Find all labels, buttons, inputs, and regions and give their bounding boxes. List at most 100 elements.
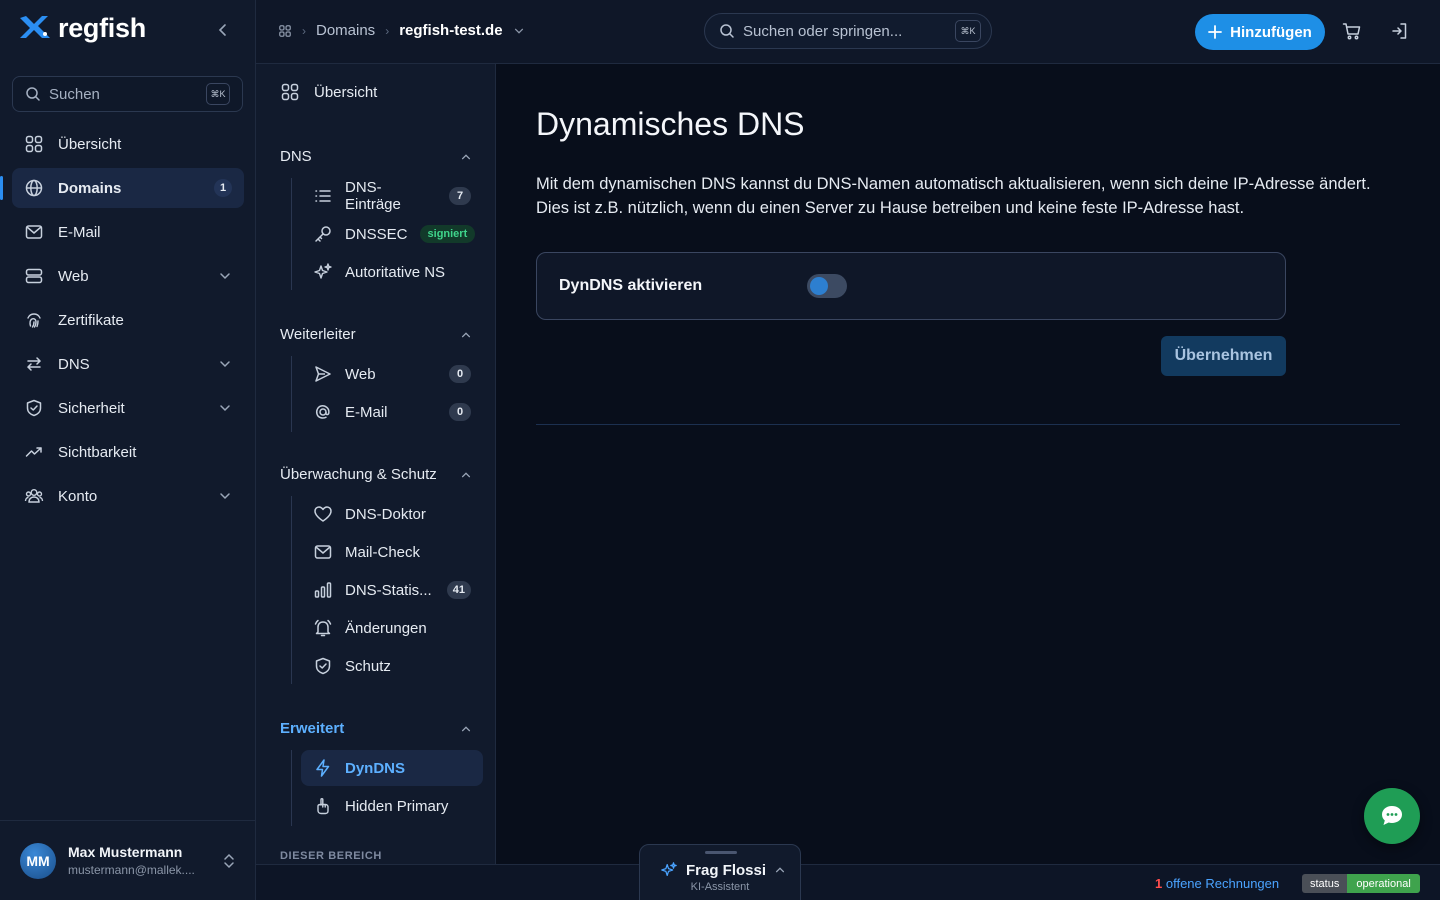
chat-button[interactable]	[1364, 788, 1420, 844]
nav-item-overview[interactable]: Übersicht	[12, 124, 244, 164]
user-email: mustermann@mallek....	[68, 863, 195, 877]
nav-label: DNS	[58, 355, 90, 373]
collapse-sidebar-icon[interactable]	[214, 21, 232, 39]
signed-status-badge: signiert	[419, 225, 476, 243]
main-content: Dynamisches DNS Mit dem dynamischen DNS …	[496, 64, 1440, 864]
subnav-item-dnssec[interactable]: DNSSEC signiert	[301, 216, 483, 252]
dyndns-toggle[interactable]	[807, 274, 847, 298]
nav-item-certificates[interactable]: Zertifikate	[12, 300, 244, 340]
chevron-down-icon[interactable]	[513, 25, 525, 37]
section-line	[291, 750, 292, 826]
grid-icon	[281, 83, 299, 101]
user-menu[interactable]: MM Max Mustermann mustermann@mallek....	[0, 820, 256, 900]
logout-icon[interactable]	[1390, 21, 1410, 41]
subnav-item-mail-check[interactable]: Mail-Check	[301, 534, 483, 570]
plus-icon	[1208, 25, 1223, 39]
breadcrumb-domains[interactable]: Domains	[316, 22, 375, 39]
mail-icon	[314, 545, 332, 559]
assistant-title: Frag Flossi	[686, 861, 767, 879]
description-line-1: Mit dem dynamischen DNS kannst du DNS-Na…	[536, 175, 1371, 193]
global-search-input[interactable]: Suchen oder springen... ⌘K	[704, 13, 992, 49]
subnav-item-email-forward[interactable]: E-Mail 0	[301, 394, 483, 430]
section-title: DNS	[280, 148, 312, 165]
subnav-label: DynDNS	[345, 759, 406, 777]
subnav-overview[interactable]: Übersicht	[280, 82, 377, 102]
chevron-down-icon	[220, 405, 230, 412]
section-dns-toggle[interactable]: DNS	[280, 148, 472, 165]
top-bar: › Domains › regfish-test.de Suchen oder …	[256, 0, 1440, 64]
key-icon	[315, 226, 331, 242]
open-invoices-link[interactable]: 1 offene Rechnungen	[1155, 876, 1279, 891]
section-advanced-toggle[interactable]: Erweitert	[280, 720, 472, 737]
breadcrumb: › Domains › regfish-test.de	[278, 22, 525, 39]
globe-icon	[25, 179, 43, 197]
status-value: operational	[1347, 874, 1420, 893]
nav-item-web[interactable]: Web	[12, 256, 244, 296]
count-badge: 0	[449, 365, 471, 383]
sidebar-search-input[interactable]: Suchen ⌘K	[12, 76, 243, 112]
chevron-up-icon	[461, 471, 471, 477]
chat-bubble-icon	[1382, 806, 1402, 825]
domains-count-badge: 1	[214, 179, 232, 197]
heart-icon	[314, 506, 332, 522]
subnav-item-protection[interactable]: Schutz	[301, 648, 483, 684]
subnav-item-dns-statistics[interactable]: DNS-Statis... 41	[301, 572, 483, 608]
nav-item-email[interactable]: E-Mail	[12, 212, 244, 252]
drag-handle[interactable]	[705, 851, 737, 854]
subnav-item-web-forward[interactable]: Web 0	[301, 356, 483, 392]
nav-item-dns[interactable]: DNS	[12, 344, 244, 384]
status-key: status	[1302, 874, 1348, 893]
domain-subnav: Übersicht DNS DNS-Einträge 7 DNSSEC sign…	[256, 64, 496, 864]
grid-icon	[25, 135, 43, 153]
nav-label: Domains	[58, 179, 122, 197]
nav-item-domains[interactable]: Domains 1	[0, 168, 244, 208]
brand-logo[interactable]: regfish	[16, 12, 146, 44]
section-title: Weiterleiter	[280, 326, 356, 343]
section-forwarders-toggle[interactable]: Weiterleiter	[280, 326, 472, 343]
apply-button[interactable]: Übernehmen	[1161, 336, 1286, 376]
sparkles-icon	[661, 862, 677, 877]
grid-icon[interactable]	[278, 24, 292, 38]
add-button-label: Hinzufügen	[1230, 23, 1312, 41]
count-badge: 7	[449, 187, 471, 205]
at-icon	[315, 405, 330, 419]
content-divider	[536, 424, 1400, 425]
sparkles-icon	[314, 263, 332, 279]
dyndns-settings-card: DynDNS aktivieren	[536, 252, 1286, 320]
nav-label: Sichtbarkeit	[58, 443, 137, 461]
nav-label: Web	[58, 267, 89, 285]
subnav-label: DNSSEC	[345, 225, 408, 243]
subnav-item-dns-records[interactable]: DNS-Einträge 7	[301, 178, 483, 214]
fish-logo-icon	[20, 16, 50, 38]
subnav-label: Hidden Primary	[345, 797, 449, 815]
breadcrumb-current-domain[interactable]: regfish-test.de	[399, 22, 502, 39]
cart-icon[interactable]	[1342, 21, 1362, 41]
subnav-item-hidden-primary[interactable]: Hidden Primary	[301, 788, 483, 824]
nav-item-security[interactable]: Sicherheit	[12, 388, 244, 428]
subnav-label: Änderungen	[345, 619, 427, 637]
status-badge[interactable]: status operational	[1302, 874, 1420, 893]
shortcut-hint: ⌘K	[206, 83, 230, 105]
lightning-icon	[316, 759, 330, 777]
brand-name: regfish	[58, 12, 146, 43]
subnav-item-authoritative-ns[interactable]: Autoritative NS	[301, 254, 483, 290]
subnav-item-dyndns[interactable]: DynDNS	[301, 750, 483, 786]
chevron-updown-icon	[224, 853, 234, 868]
sidebar-search-placeholder: Suchen	[49, 85, 100, 103]
page-title: Dynamisches DNS	[536, 106, 805, 142]
breadcrumb-separator: ›	[302, 23, 306, 38]
footer-bar: 1 offene Rechnungen status operational	[256, 864, 1440, 900]
nav-item-visibility[interactable]: Sichtbarkeit	[12, 432, 244, 472]
add-button[interactable]: Hinzufügen	[1195, 14, 1325, 50]
bell-icon	[314, 619, 332, 637]
nav-item-account[interactable]: Konto	[12, 476, 244, 516]
chevron-up-icon	[461, 725, 471, 731]
global-search-placeholder: Suchen oder springen...	[743, 22, 903, 40]
chevron-up-icon	[461, 331, 471, 337]
subnav-item-changes[interactable]: Änderungen	[301, 610, 483, 646]
section-monitoring-toggle[interactable]: Überwachung & Schutz	[280, 466, 472, 483]
main-nav: Übersicht Domains 1 E-Mail Web Zertifika…	[0, 124, 244, 520]
subnav-item-dns-doctor[interactable]: DNS-Doktor	[301, 496, 483, 532]
ai-assistant-panel-toggle[interactable]: Frag Flossi KI-Assistent	[639, 844, 801, 900]
fingerprint-icon	[27, 313, 41, 328]
